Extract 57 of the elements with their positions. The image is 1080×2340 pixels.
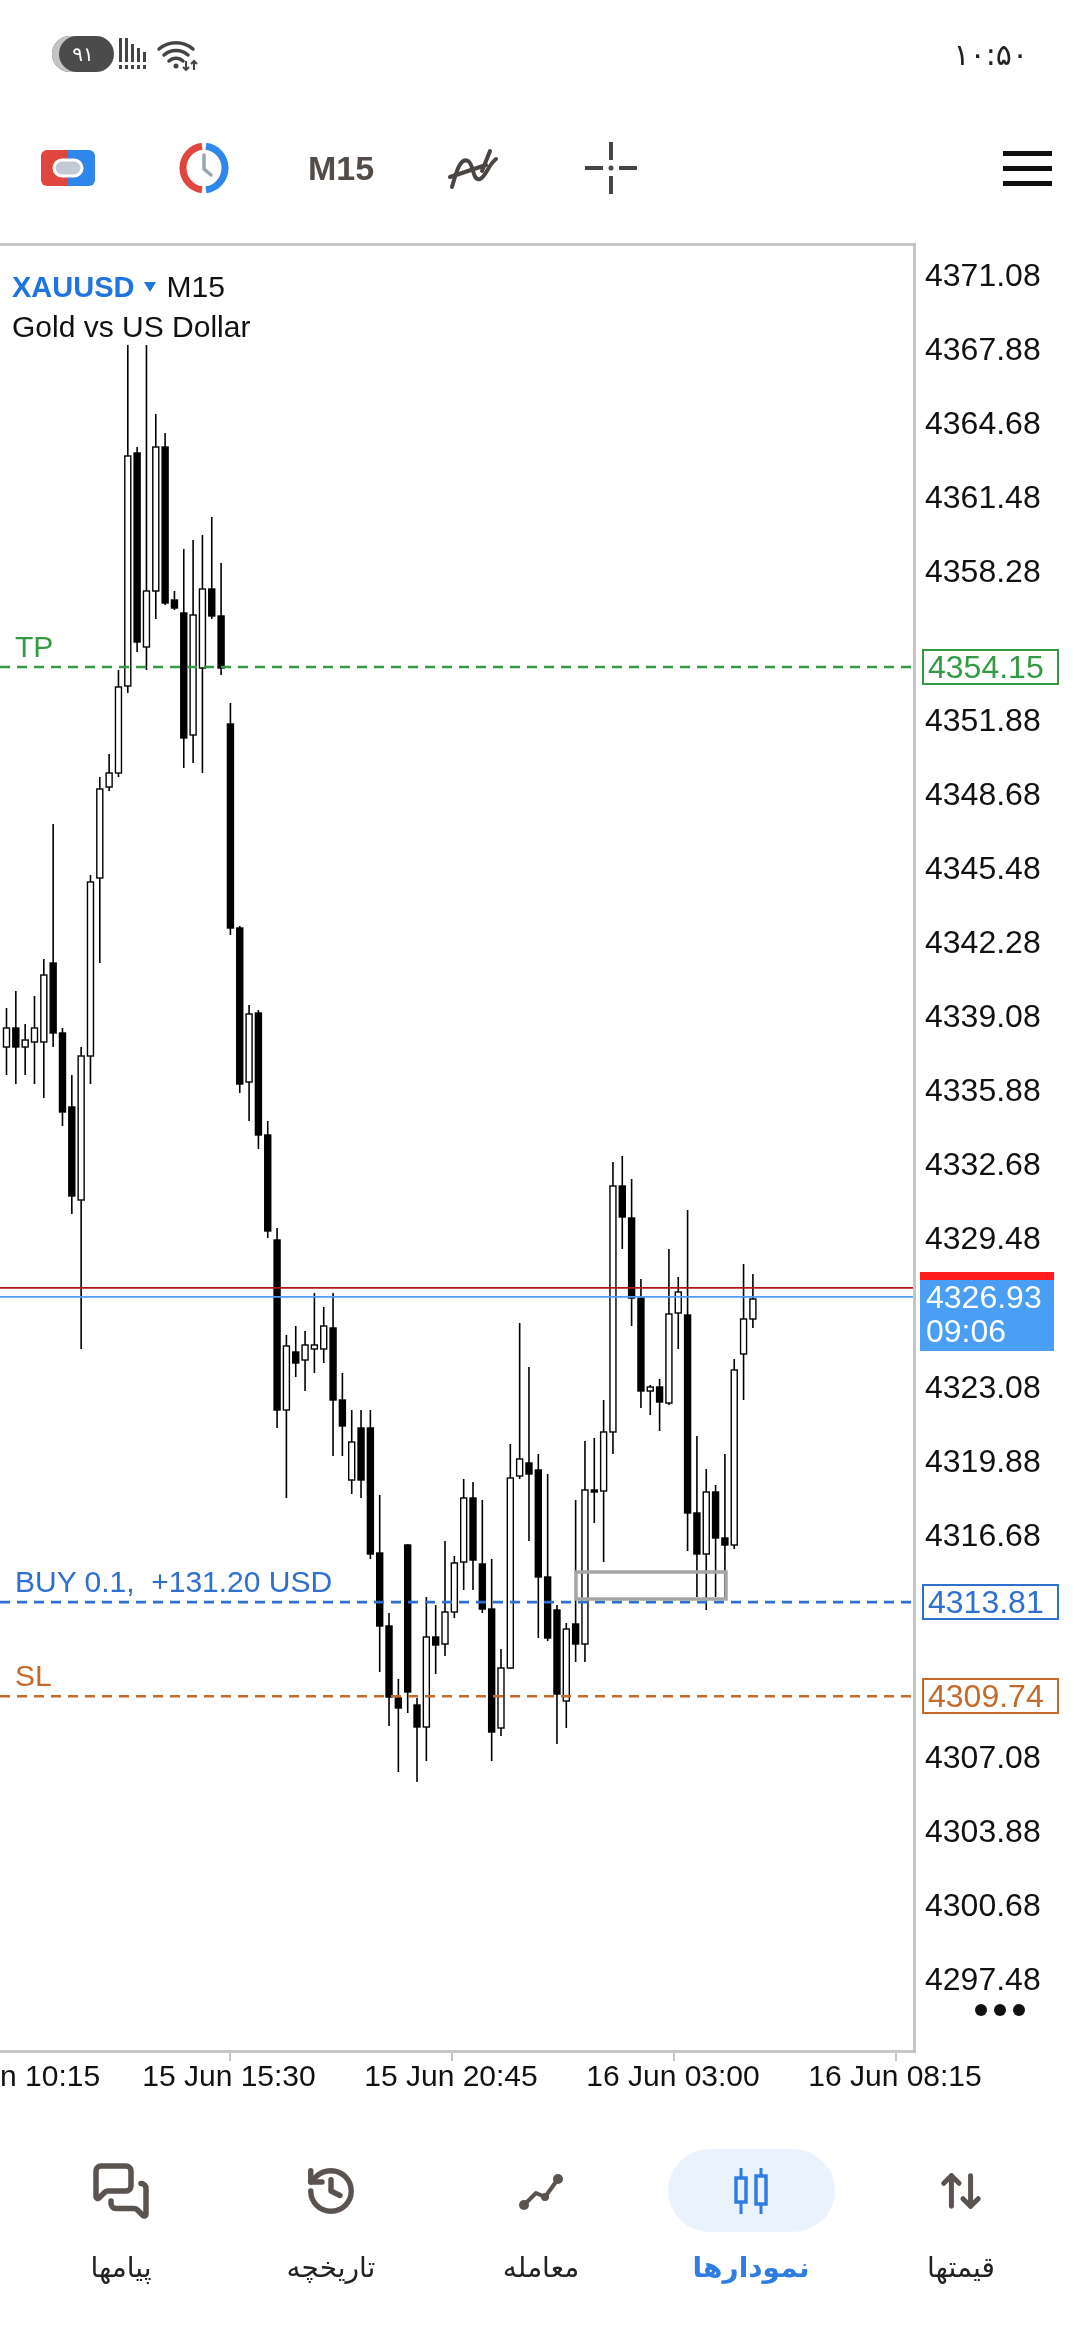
candlestick-icon	[731, 2167, 771, 2214]
stop-loss-price-tag: 4309.74	[922, 1678, 1059, 1715]
crosshair-button[interactable]	[585, 142, 638, 194]
nav-tab[interactable]: تاریخچه	[226, 2100, 436, 2340]
price-label: 4342.28	[925, 922, 1041, 962]
chart-timeframe: M15	[166, 269, 225, 305]
nav-tab[interactable]: قیمتها	[856, 2100, 1066, 2340]
price-label: 4319.88	[925, 1441, 1041, 1481]
symbol-name[interactable]: XAUUSD	[12, 267, 135, 307]
time-label: 15 Jun 15:30	[142, 2058, 316, 2094]
stop-loss-label: SL	[15, 1659, 52, 1694]
price-label: 4367.88	[925, 330, 1041, 370]
price-label: 4361.48	[925, 478, 1041, 518]
price-label: 4345.48	[925, 848, 1041, 888]
time-label: n 10:15	[0, 2058, 101, 2094]
menu-icon	[1003, 150, 1052, 186]
take-profit-label: TP	[15, 630, 54, 664]
time-label: 16 Jun 08:15	[808, 2058, 982, 2094]
price-label: 4351.88	[925, 700, 1041, 740]
bar-countdown: 09:06	[926, 1313, 1008, 1348]
price-label: 4371.08	[925, 256, 1041, 295]
clock-icon	[178, 142, 230, 194]
symbol-description: Gold vs US Dollar	[12, 309, 251, 345]
period-button[interactable]	[178, 142, 230, 194]
timeframe-button[interactable]: M15	[308, 148, 375, 188]
price-label: 4303.88	[925, 1812, 1041, 1852]
caret-icon	[144, 282, 157, 292]
nav-tab[interactable]: معامله	[436, 2100, 646, 2340]
position-label: BUY 0.1, +131.20 USD	[15, 1565, 333, 1600]
clock-time: ۱۰:۵۰	[953, 35, 1028, 74]
menu-button[interactable]	[1003, 150, 1052, 186]
time-label: 16 Jun 03:00	[586, 2058, 760, 2094]
take-profit-price-tag: 4354.15	[922, 649, 1059, 685]
price-label: 4329.48	[925, 1219, 1041, 1259]
price-label: 4339.08	[925, 997, 1041, 1036]
current-price: 4326.93	[926, 1279, 1043, 1314]
symbols-button[interactable]	[41, 150, 95, 186]
price-label: 4335.88	[925, 1071, 1041, 1111]
price-label: 4307.08	[925, 1738, 1041, 1777]
nav-tab[interactable]: نمودارها	[646, 2100, 856, 2340]
split-tile-icon	[41, 150, 95, 186]
price-label: 4348.68	[925, 774, 1041, 814]
price-label: 4364.68	[925, 404, 1041, 444]
signal-icon	[118, 38, 148, 70]
price-label: 4297.48	[925, 1960, 1041, 2000]
price-label: 4300.68	[925, 1886, 1041, 1926]
battery-indicator: ۹۱	[52, 36, 114, 72]
crosshair-icon	[585, 142, 638, 194]
price-label: 4332.68	[925, 1145, 1041, 1185]
more-icon[interactable]	[974, 2003, 1026, 2017]
price-label: 4316.68	[925, 1515, 1041, 1555]
time-label: 15 Jun 20:45	[364, 2058, 538, 2094]
nav-tab[interactable]: پیامها	[16, 2100, 226, 2340]
price-label: 4358.28	[925, 552, 1041, 592]
position-price-tag: 4313.81	[922, 1584, 1059, 1621]
price-label: 4323.08	[925, 1367, 1041, 1407]
chat-bubbles-icon	[91, 2160, 151, 2221]
